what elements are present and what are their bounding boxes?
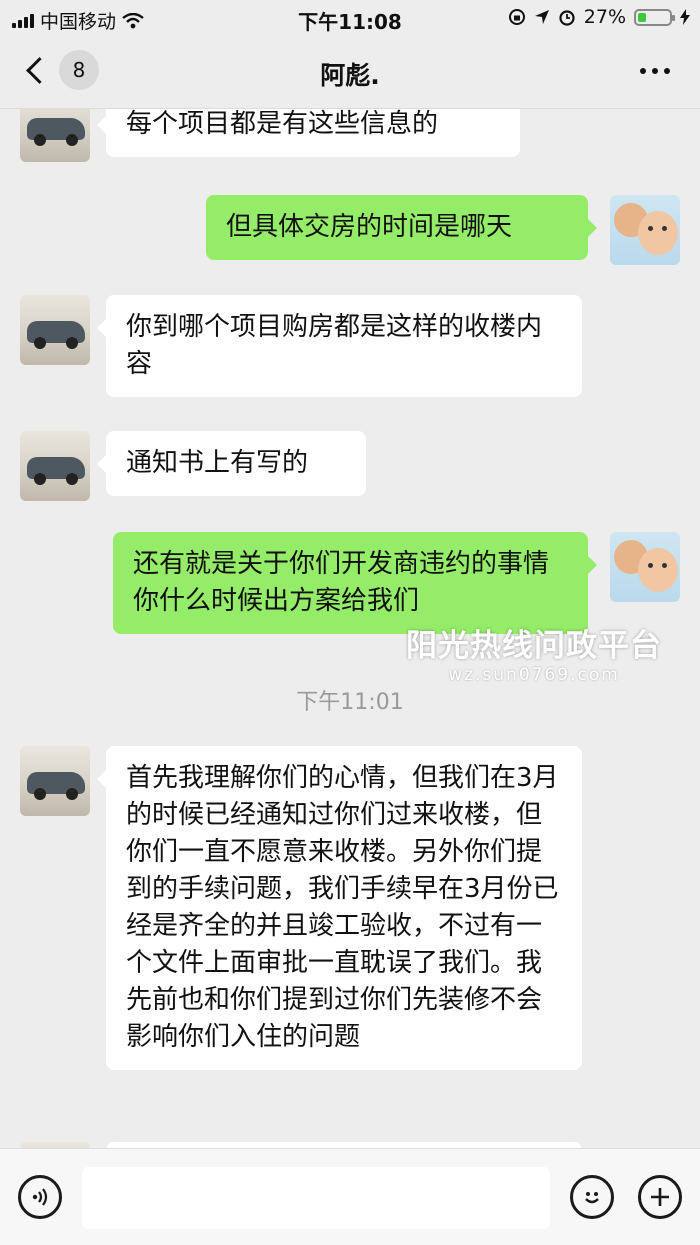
message-bubble-received[interactable]: 每个项目都是有这些信息的 [97,108,520,157]
rotation-lock-icon [508,9,525,25]
voice-icon [32,1188,48,1206]
more-functions-button[interactable] [638,1175,682,1219]
message-bubble-sent[interactable]: 但具体交房的时间是哪天 [206,195,597,260]
watermark-title: 阳光热线问政平台 [406,628,662,664]
battery-icon [634,8,675,26]
message-bubble-sent[interactable]: 还有就是关于你们开发商违约的事情你什么时候出方案给我们 [113,532,597,634]
charging-icon [680,9,690,25]
message-bubble-received[interactable]: 通知书上有写的 [97,431,366,496]
self-avatar[interactable] [610,532,680,602]
emoji-button[interactable] [570,1175,614,1219]
voice-input-button[interactable] [18,1175,62,1219]
smiley-icon [585,1192,599,1204]
watermark: 阳光热线问政平台 wz.sun0769.com [406,620,662,685]
contact-avatar[interactable] [20,108,90,162]
message-bubble-received[interactable]: 你到哪个项目购房都是这样的收楼内容 [97,295,582,397]
dot-icon [664,68,670,74]
status-bar: 中国移动 下午11:08 27% [0,0,700,36]
contact-avatar[interactable] [20,295,90,365]
dot-icon [640,68,646,74]
self-avatar[interactable] [610,195,680,265]
contact-avatar[interactable] [20,746,90,816]
dot-icon [652,68,658,74]
location-icon [534,10,549,24]
watermark-url: wz.sun0769.com [448,665,620,685]
battery-percent: 27% [583,6,626,28]
more-options-button[interactable] [640,68,670,74]
message-text-input[interactable] [82,1167,550,1229]
message-input-bar [0,1148,700,1245]
contact-name: 阿彪. [320,61,380,90]
chat-header: 8 阿彪. [0,36,700,109]
message-bubble-received[interactable]: 首先我理解你们的心情，但我们在3月的时候已经通知过你们过来收楼，但你们一直不愿意… [97,746,582,1070]
message-timestamp: 下午11:01 [296,690,404,715]
contact-avatar[interactable] [20,431,90,501]
alarm-icon [559,10,575,26]
plus-icon [651,1188,669,1206]
status-right: 27% [508,6,690,28]
